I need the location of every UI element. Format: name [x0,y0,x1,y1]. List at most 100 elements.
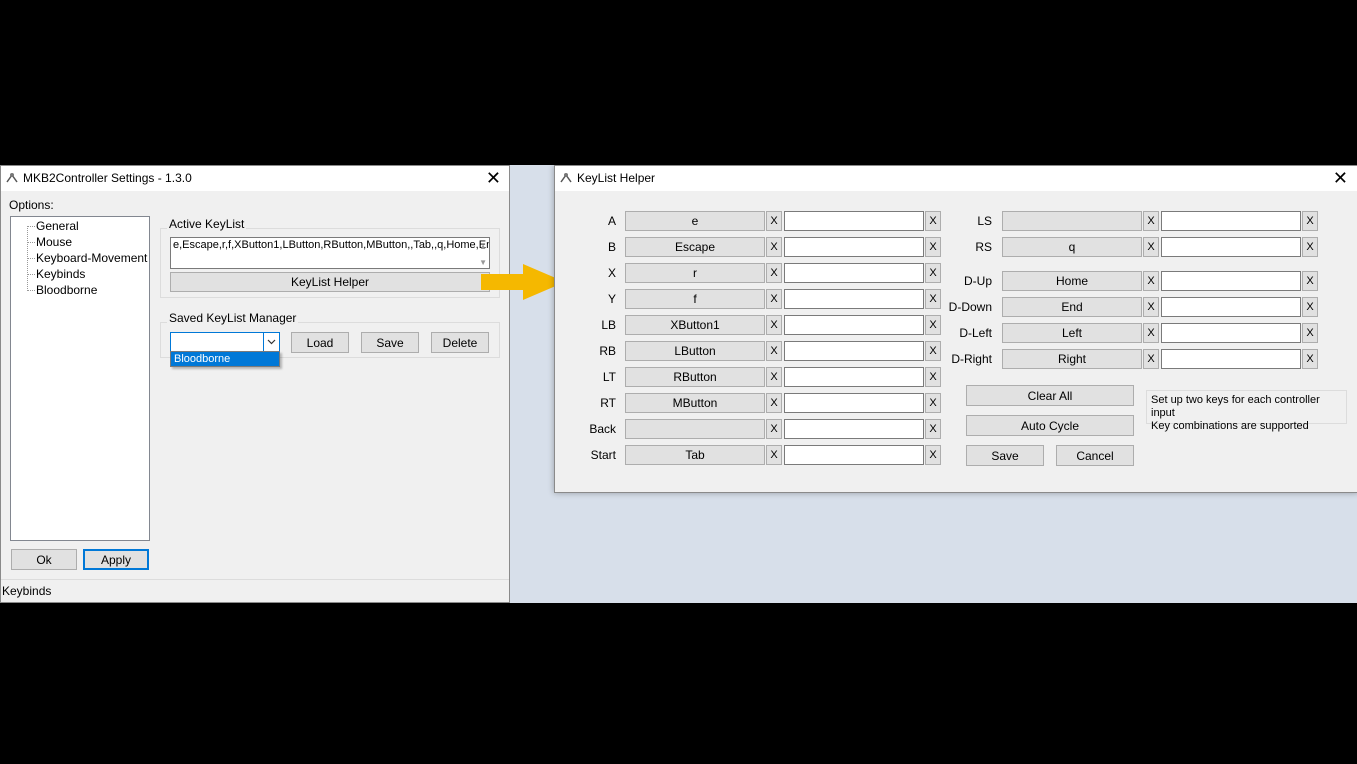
settings-window: MKB2Controller Settings - 1.3.0 ✕ Option… [0,165,510,603]
clear-key-button[interactable]: X [925,237,941,257]
key2-field[interactable] [784,341,924,361]
key1-field[interactable] [625,419,765,439]
clear-key-button[interactable]: X [1143,271,1159,291]
delete-button[interactable]: Delete [431,332,489,353]
clear-key-button[interactable]: X [1143,323,1159,343]
scroll-up-icon[interactable]: ▲ [479,240,487,253]
clear-key-button[interactable]: X [766,315,782,335]
close-icon[interactable]: ✕ [486,167,501,189]
joystick-icon [6,173,18,183]
tree-branch [27,258,35,259]
clear-key-button[interactable]: X [925,315,941,335]
settings-title: MKB2Controller Settings - 1.3.0 [23,171,192,185]
key1-field[interactable]: Right [1002,349,1142,369]
clear-key-button[interactable]: X [1302,349,1318,369]
key2-field[interactable] [784,211,924,231]
clear-key-button[interactable]: X [1143,297,1159,317]
clear-key-button[interactable]: X [766,367,782,387]
key1-field[interactable]: Home [1002,271,1142,291]
clear-key-button[interactable]: X [766,237,782,257]
key1-field[interactable]: Escape [625,237,765,257]
saved-keylist-combo[interactable] [170,332,280,352]
settings-titlebar[interactable]: MKB2Controller Settings - 1.3.0 ✕ [1,166,509,191]
clear-key-button[interactable]: X [766,445,782,465]
cancel-button[interactable]: Cancel [1056,445,1134,466]
clear-key-button[interactable]: X [766,419,782,439]
row-label: Back [589,422,616,436]
clear-key-button[interactable]: X [1302,211,1318,231]
clear-key-button[interactable]: X [925,445,941,465]
key1-field[interactable]: Left [1002,323,1142,343]
status-text: Keybinds [2,584,52,598]
ok-button[interactable]: Ok [11,549,77,570]
load-button[interactable]: Load [291,332,349,353]
tree-item-keybinds[interactable]: Keybinds [36,267,85,281]
key1-field[interactable]: XButton1 [625,315,765,335]
clear-key-button[interactable]: X [766,289,782,309]
tree-item-general[interactable]: General [36,219,79,233]
key2-field[interactable] [1161,271,1301,291]
key1-field[interactable]: RButton [625,367,765,387]
key2-field[interactable] [784,237,924,257]
options-tree[interactable]: General Mouse Keyboard-Movement Keybinds… [10,216,150,541]
key1-field[interactable] [1002,211,1142,231]
clear-key-button[interactable]: X [1143,237,1159,257]
key2-field[interactable] [784,445,924,465]
info-line-1: Set up two keys for each controller inpu… [1151,394,1320,419]
clear-key-button[interactable]: X [925,289,941,309]
clear-all-button[interactable]: Clear All [966,385,1134,406]
clear-key-button[interactable]: X [766,393,782,413]
key2-field[interactable] [784,315,924,335]
clear-key-button[interactable]: X [925,367,941,387]
key2-field[interactable] [1161,237,1301,257]
close-icon[interactable]: ✕ [1333,167,1348,189]
key2-field[interactable] [784,289,924,309]
clear-key-button[interactable]: X [766,211,782,231]
clear-key-button[interactable]: X [1302,271,1318,291]
clear-key-button[interactable]: X [766,341,782,361]
keylist-helper-button[interactable]: KeyList Helper [170,272,490,292]
key2-field[interactable] [784,419,924,439]
chevron-down-icon [267,339,276,345]
key2-field[interactable] [1161,211,1301,231]
tree-item-bloodborne[interactable]: Bloodborne [36,283,97,297]
key1-field[interactable]: MButton [625,393,765,413]
clear-key-button[interactable]: X [1143,349,1159,369]
key2-field[interactable] [1161,323,1301,343]
clear-key-button[interactable]: X [925,393,941,413]
save-keylist-button[interactable]: Save [361,332,419,353]
key2-field[interactable] [1161,297,1301,317]
tree-item-mouse[interactable]: Mouse [36,235,72,249]
key1-field[interactable]: r [625,263,765,283]
clear-key-button[interactable]: X [925,419,941,439]
helper-titlebar[interactable]: KeyList Helper ✕ [555,166,1357,191]
row-label: RB [599,344,616,358]
helper-save-button[interactable]: Save [966,445,1044,466]
clear-key-button[interactable]: X [925,211,941,231]
clear-key-button[interactable]: X [766,263,782,283]
key2-field[interactable] [784,367,924,387]
clear-key-button[interactable]: X [1143,211,1159,231]
key1-field[interactable]: f [625,289,765,309]
clear-key-button[interactable]: X [1302,237,1318,257]
key1-field[interactable]: e [625,211,765,231]
key2-field[interactable] [784,263,924,283]
clear-key-button[interactable]: X [925,341,941,361]
tree-branch [27,226,35,227]
key2-field[interactable] [784,393,924,413]
auto-cycle-button[interactable]: Auto Cycle [966,415,1134,436]
combo-arrow[interactable] [263,333,279,351]
key1-field[interactable]: Tab [625,445,765,465]
clear-key-button[interactable]: X [1302,297,1318,317]
key2-field[interactable] [1161,349,1301,369]
active-keylist-textbox[interactable]: e,Escape,r,f,XButton1,LButton,RButton,MB… [170,237,490,269]
key1-field[interactable]: q [1002,237,1142,257]
tree-item-keyboard-movement[interactable]: Keyboard-Movement [36,251,147,265]
dropdown-option-bloodborne[interactable]: Bloodborne [171,352,279,366]
clear-key-button[interactable]: X [1302,323,1318,343]
clear-key-button[interactable]: X [925,263,941,283]
key1-field[interactable]: End [1002,297,1142,317]
row-label: B [607,240,616,254]
key1-field[interactable]: LButton [625,341,765,361]
apply-button[interactable]: Apply [83,549,149,570]
